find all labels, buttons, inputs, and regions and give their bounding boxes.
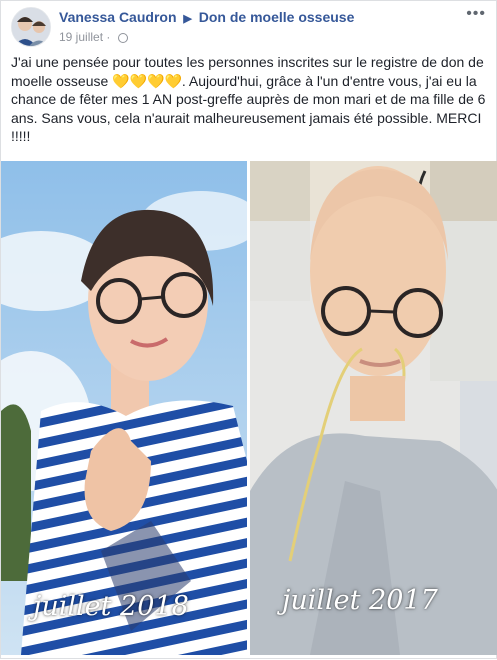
avatar[interactable] [11, 7, 51, 47]
more-options-icon[interactable]: ••• [466, 6, 486, 22]
photo-2018[interactable]: juillet 2018 [1, 161, 247, 655]
post-card: Vanessa Caudron ▶ Don de moelle osseuse … [0, 0, 497, 659]
meta-separator: · [106, 30, 111, 44]
author-link[interactable]: Vanessa Caudron [59, 9, 177, 25]
post-title: Vanessa Caudron ▶ Don de moelle osseuse [59, 9, 354, 25]
post-meta: 19 juillet · [59, 30, 128, 44]
photo-grid: juillet 2018 juillet 2017 [1, 161, 497, 660]
post-message: J'ai une pensée pour toutes les personne… [11, 54, 486, 144]
globe-icon [117, 33, 128, 43]
photo-2017[interactable]: juillet 2017 [250, 161, 497, 655]
post-date[interactable]: 19 juillet [59, 30, 103, 44]
right-triangle-icon: ▶ [183, 13, 192, 25]
group-link[interactable]: Don de moelle osseuse [199, 9, 355, 25]
post-header: Vanessa Caudron ▶ Don de moelle osseuse … [11, 6, 486, 47]
photo-caption-2017: juillet 2017 [282, 585, 438, 616]
photo-caption-2018: juillet 2018 [33, 591, 189, 622]
